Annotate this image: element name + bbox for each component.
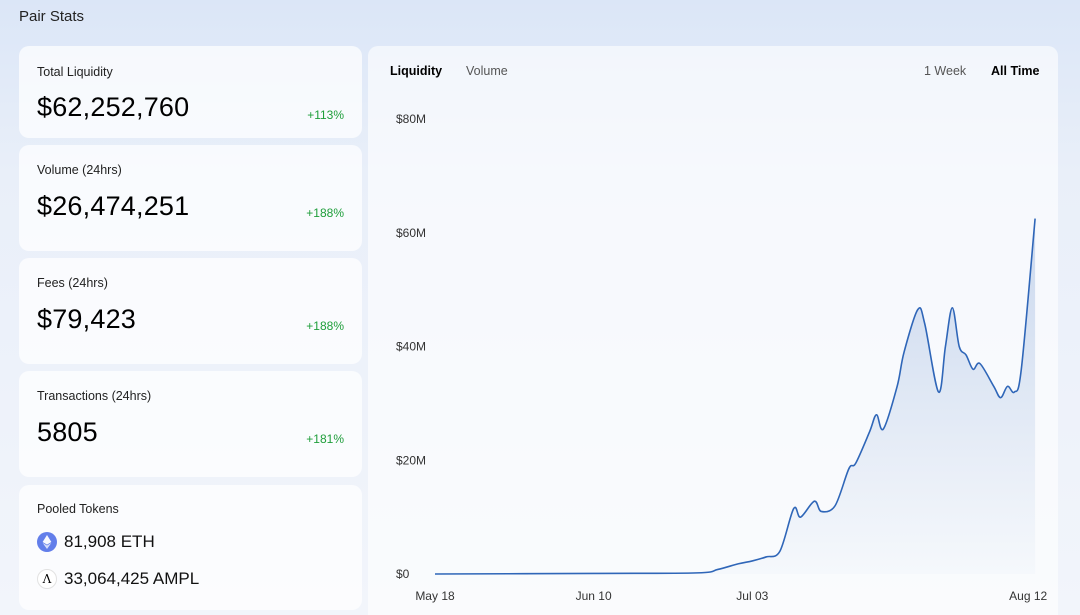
transactions-card: Transactions (24hrs) 5805 +181% <box>19 371 362 477</box>
token-amount: 81,908 ETH <box>64 532 155 551</box>
pooled-tokens-card: Pooled Tokens 81,908 ETH Λ 33,064,425 AM… <box>19 485 362 610</box>
y-tick-label: $40M <box>396 340 426 354</box>
page-title: Pair Stats <box>19 8 85 25</box>
y-tick-label: $80M <box>396 112 426 126</box>
y-tick-label: $60M <box>396 226 426 240</box>
token-amount: 33,064,425 AMPL <box>64 569 200 588</box>
fees-card: Fees (24hrs) $79,423 +188% <box>19 258 362 364</box>
stat-change: +181% <box>306 432 344 446</box>
y-tick-label: $20M <box>396 453 426 467</box>
stat-label: Fees (24hrs) <box>37 276 108 290</box>
stat-label: Transactions (24hrs) <box>37 389 152 403</box>
stat-value: $79,423 <box>37 304 136 334</box>
token-row-ampl: Λ 33,064,425 AMPL <box>37 569 199 589</box>
stat-value: $26,474,251 <box>37 191 190 221</box>
stat-value: 5805 <box>37 417 98 447</box>
pooled-tokens-label: Pooled Tokens <box>37 502 119 516</box>
x-tick-label: Jun 10 <box>576 589 612 603</box>
stat-change: +113% <box>307 108 344 122</box>
ampl-icon: Λ <box>37 569 57 589</box>
stat-label: Total Liquidity <box>37 65 113 79</box>
stat-value: $62,252,760 <box>37 92 190 122</box>
eth-icon <box>37 532 57 552</box>
stat-label: Volume (24hrs) <box>37 163 122 177</box>
total-liquidity-card: Total Liquidity $62,252,760 +113% <box>19 46 362 138</box>
volume-card: Volume (24hrs) $26,474,251 +188% <box>19 145 362 251</box>
liquidity-area <box>435 218 1036 574</box>
x-tick-label: May 18 <box>415 589 455 603</box>
x-tick-label: Jul 03 <box>736 589 768 603</box>
stat-change: +188% <box>306 319 344 333</box>
liquidity-chart: $0 $20M $40M $60M $80M May 18 Jun 10 Jul 03 Aug … <box>396 112 1048 603</box>
stat-change: +188% <box>306 206 344 220</box>
y-tick-label: $0 <box>396 567 410 581</box>
chart-panel: Liquidity Volume 1 Week All Time $0 $20M $… <box>368 46 1058 615</box>
token-row-eth: 81,908 ETH <box>37 532 155 552</box>
x-tick-label: Aug 12 <box>1009 589 1047 603</box>
